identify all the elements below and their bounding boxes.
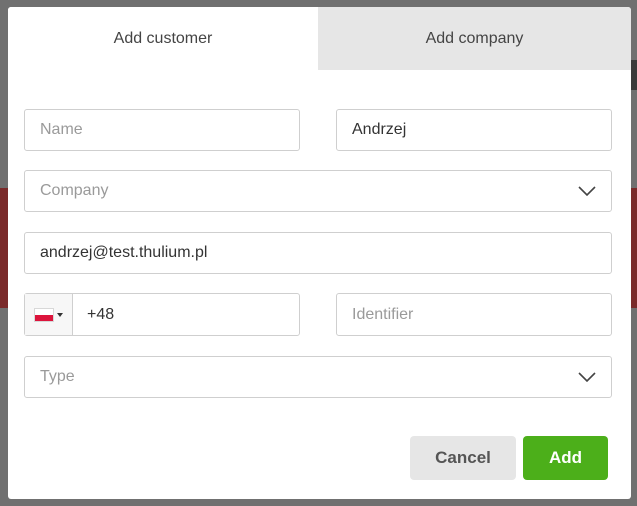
backdrop-panel-left: [0, 188, 8, 308]
company-select-placeholder: Company: [40, 182, 109, 199]
country-code-dropdown[interactable]: [25, 294, 73, 335]
phone-input[interactable]: [85, 304, 287, 325]
identifier-field[interactable]: [336, 293, 612, 336]
name-input[interactable]: [40, 121, 284, 139]
type-select[interactable]: Type: [24, 356, 612, 398]
company-select[interactable]: Company: [24, 170, 612, 212]
surname-field[interactable]: [336, 109, 612, 151]
email-input[interactable]: [40, 244, 596, 262]
modal-tabs: Add customer Add company: [8, 7, 631, 70]
tab-add-company[interactable]: Add company: [318, 7, 631, 70]
email-field[interactable]: [24, 232, 612, 274]
phone-field: [24, 293, 300, 336]
chevron-down-icon: [578, 182, 596, 200]
type-select-placeholder: Type: [40, 368, 75, 385]
cancel-button[interactable]: Cancel: [410, 436, 516, 480]
name-field[interactable]: [24, 109, 300, 151]
add-button[interactable]: Add: [523, 436, 608, 480]
caret-down-icon: [56, 312, 63, 317]
add-customer-modal: Add customer Add company Company: [8, 7, 631, 499]
identifier-input[interactable]: [352, 305, 596, 324]
backdrop-edge: [631, 60, 637, 90]
poland-flag-icon: [34, 308, 53, 321]
chevron-down-icon: [578, 368, 596, 386]
surname-input[interactable]: [352, 121, 596, 139]
tab-add-customer[interactable]: Add customer: [8, 7, 318, 70]
phone-input-wrapper: [73, 294, 299, 335]
